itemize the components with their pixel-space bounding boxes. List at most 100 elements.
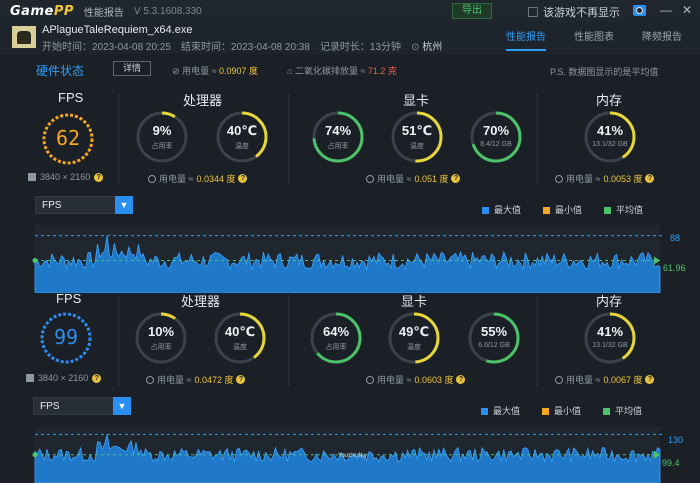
camera-icon[interactable] xyxy=(633,5,646,16)
total-power-prefix: 用电量 ≈ xyxy=(182,66,220,76)
fps-value: 99 xyxy=(53,325,79,349)
cpu-temp-gauge: 40℃ 温度 xyxy=(214,109,270,165)
legend-avg: 平均值 xyxy=(604,203,643,216)
gpu-title: 显卡 xyxy=(403,93,430,108)
chart-max-label: 130 xyxy=(668,435,684,445)
gpu-title: 显卡 xyxy=(401,294,428,309)
hardware-status-title: 硬件状态 xyxy=(36,64,85,78)
memory-power-value: 0.0053 度 xyxy=(603,174,643,184)
location-label: 杭州 xyxy=(422,42,443,53)
memory-power-prefix: 用电量 ≈ xyxy=(566,375,601,385)
tab-throttle-report[interactable]: 降频报告 xyxy=(642,28,682,51)
no-hint-toggle[interactable]: 该游戏不再显示 xyxy=(528,4,620,20)
cpu-power: 用电量 ≈ 0.0472 度 ? xyxy=(146,373,246,386)
resolution: 3840 × 2160 ? xyxy=(28,172,104,182)
legend-min: 最小值 xyxy=(542,404,581,417)
gpu-vram-value: 55% xyxy=(480,324,508,339)
help-icon[interactable]: ? xyxy=(92,373,102,383)
co2-prefix: 二氧化碳排放量 ≈ xyxy=(294,66,368,76)
gpu-vram-label: 8.4/12 GB xyxy=(480,141,512,148)
cpu-temp-value: 40℃ xyxy=(224,324,256,339)
memory-power: 用电量 ≈ 0.0053 度 ? xyxy=(555,172,655,185)
title-bar: GamePP 性能报告 V 5.3.1608.330 导出 该游戏不再显示 — … xyxy=(0,0,700,22)
gpu-vram-label: 6.6/12 GB xyxy=(478,342,510,349)
gpu-temp-label: 温度 xyxy=(407,344,421,351)
legend-avg-swatch xyxy=(603,408,611,415)
resolution: 3840 × 2160 ? xyxy=(26,373,102,383)
divider xyxy=(537,93,538,185)
legend-min-label: 最小值 xyxy=(554,406,582,416)
cpu-power-prefix: 用电量 ≈ xyxy=(157,375,192,385)
power-icon xyxy=(146,375,154,384)
power-icon: ⊘ xyxy=(172,66,180,76)
legend-avg-label: 平均值 xyxy=(615,406,643,416)
help-icon[interactable]: ? xyxy=(645,375,655,384)
chart-avg-label: 61.96 xyxy=(663,263,686,273)
tab-performance-report[interactable]: 性能报告 xyxy=(506,28,546,51)
gpu-usage-value: 74% xyxy=(324,123,352,138)
help-icon[interactable]: ? xyxy=(236,375,246,384)
divider xyxy=(118,93,119,185)
ps-note: P.S. 数据图显示的是平均值 xyxy=(550,67,659,77)
chevron-down-icon[interactable]: ▼ xyxy=(115,196,133,214)
cpu-temp-gauge: 40℃ 温度 xyxy=(212,310,268,366)
help-icon[interactable]: ? xyxy=(238,174,248,183)
divider xyxy=(288,93,289,185)
close-icon[interactable]: ✕ xyxy=(682,3,692,17)
cpu-power-prefix: 用电量 ≈ xyxy=(159,174,194,184)
chart-metric-select[interactable]: FPS ▼ xyxy=(33,397,131,415)
cpu-usage-label: 占用率 xyxy=(151,143,173,150)
location-icon: ⊙ xyxy=(411,42,420,53)
co2-emission: ⌂ 二氧化碳排放量 ≈ 71.2 克 xyxy=(287,64,397,77)
legend-max-label: 最大值 xyxy=(493,406,521,416)
fps-title: FPS xyxy=(56,291,82,306)
detail-button[interactable]: 详情 xyxy=(113,61,151,76)
gpu-temp-label: 温度 xyxy=(410,143,424,150)
memory-power-prefix: 用电量 ≈ xyxy=(566,174,601,184)
divider xyxy=(118,295,119,387)
export-button[interactable]: 导出 xyxy=(452,3,492,19)
memory-gauge: 41% 13.1/32 GB xyxy=(582,310,638,366)
gpu-power-prefix: 用电量 ≈ xyxy=(377,174,412,184)
legend-max: 最大值 xyxy=(481,404,520,417)
location: ⊙ 杭州 xyxy=(411,38,442,53)
gpu-usage-gauge: 64% 占用率 xyxy=(308,310,364,366)
help-icon[interactable]: ? xyxy=(94,172,104,182)
watermark: Youzhusky xyxy=(338,453,367,459)
gpu-vram-gauge: 55% 6.6/12 GB xyxy=(466,310,522,366)
memory-power-value: 0.0067 度 xyxy=(603,375,643,385)
chart-avg-label: 99.4 xyxy=(662,458,680,468)
no-hint-checkbox[interactable] xyxy=(528,7,538,17)
resolution-value: 3840 × 2160 xyxy=(38,373,89,383)
stats-panel-2: FPS 99 3840 × 2160 ? 处理器 10% 占用率 40℃ 温度 … xyxy=(0,290,700,395)
power-icon xyxy=(366,375,374,384)
app-version: V 5.3.1608.330 xyxy=(133,5,202,17)
tab-performance-chart[interactable]: 性能图表 xyxy=(574,28,614,51)
chart-metric-select[interactable]: FPS ▼ xyxy=(35,196,133,214)
chart-max-label: 88 xyxy=(670,233,681,243)
legend-max: 最大值 xyxy=(482,203,521,216)
gpu-temp-value: 51℃ xyxy=(401,123,433,138)
gpu-usage-label: 占用率 xyxy=(325,344,347,351)
help-icon[interactable]: ? xyxy=(456,375,466,384)
fps-title: FPS xyxy=(58,90,84,105)
chart-legend: 最大值 最小值 平均值 xyxy=(481,404,642,417)
game-name: APlagueTaleRequiem_x64.exe xyxy=(42,24,193,36)
resolution-value: 3840 × 2160 xyxy=(40,172,91,182)
minimize-icon[interactable]: — xyxy=(660,3,672,17)
gpu-temp-value: 49℃ xyxy=(398,324,430,339)
gpu-usage-value: 64% xyxy=(322,324,350,339)
chevron-down-icon[interactable]: ▼ xyxy=(113,397,131,415)
window-title: 性能报告 xyxy=(83,7,124,19)
cpu-usage-value: 9% xyxy=(152,123,172,138)
leaf-icon: ⌂ xyxy=(287,66,293,76)
fps-gauge: 99 xyxy=(38,310,94,366)
power-icon xyxy=(366,174,374,183)
help-icon[interactable]: ? xyxy=(645,174,655,183)
cpu-title: 处理器 xyxy=(181,294,221,309)
power-icon xyxy=(555,174,563,183)
gpu-usage-gauge: 74% 占用率 xyxy=(310,109,366,165)
cpu-title: 处理器 xyxy=(183,93,223,108)
cpu-usage-gauge: 10% 占用率 xyxy=(133,310,189,366)
help-icon[interactable]: ? xyxy=(451,174,461,183)
